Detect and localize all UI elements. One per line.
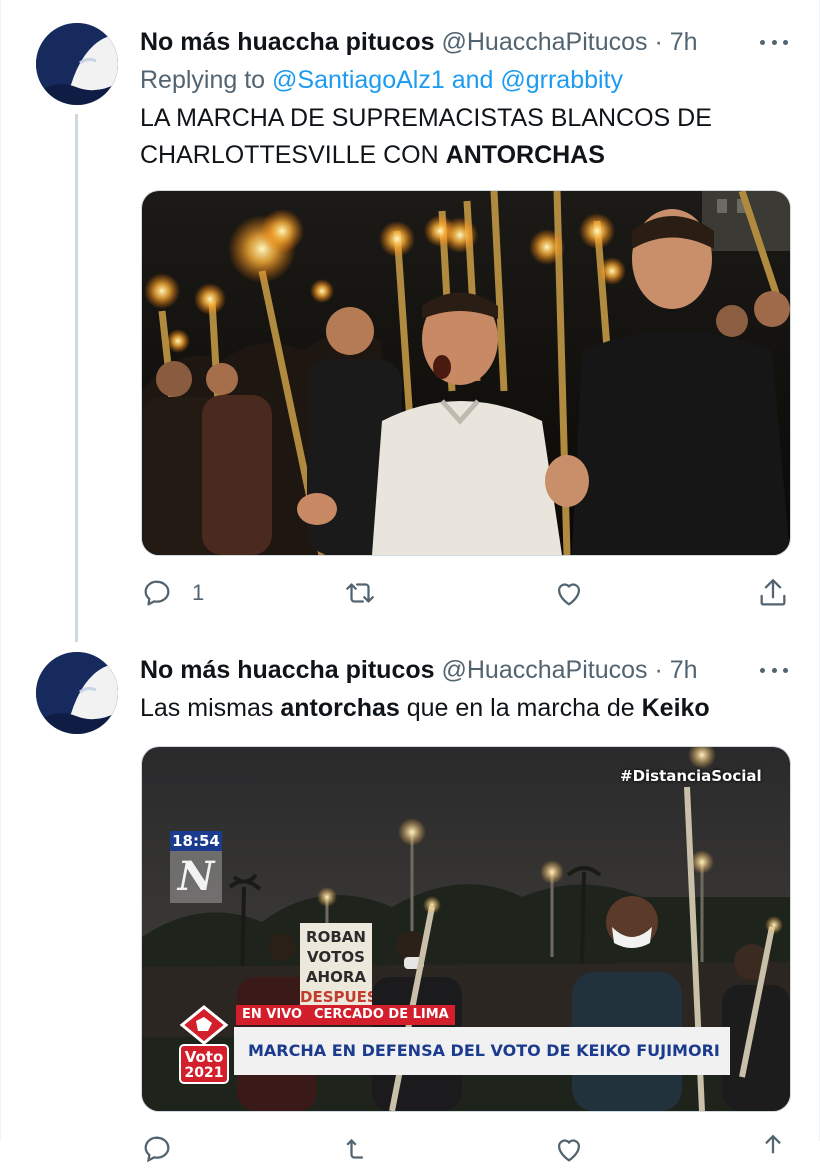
tweet-action-bar: 1 bbox=[140, 576, 790, 612]
reply-icon bbox=[144, 580, 170, 606]
retweet-button[interactable] bbox=[343, 576, 377, 610]
location-label-text: CERCADO DE LIMA bbox=[314, 1007, 449, 1022]
sign-line: ROBAN bbox=[306, 928, 366, 946]
share-icon bbox=[760, 579, 786, 606]
replying-to-line: Replying to @SantiagoAlz1 and @grrabbity bbox=[140, 65, 623, 95]
sign-line: AHORA bbox=[305, 968, 367, 986]
election-badge-label: Voto bbox=[184, 1048, 224, 1066]
share-button[interactable] bbox=[756, 576, 790, 610]
tweet-header: No más huaccha pitucos @HuacchaPitucos ·… bbox=[140, 655, 698, 685]
tweet-text-bold: antorchas bbox=[280, 694, 400, 722]
replying-prefix: Replying to bbox=[140, 66, 273, 94]
tweet-text: Las mismas antorchas que en la marcha de… bbox=[140, 690, 780, 727]
tweet-1[interactable]: No más huaccha pitucos @HuacchaPitucos ·… bbox=[0, 0, 820, 642]
tweet-text-plain: Las mismas bbox=[140, 694, 281, 722]
protest-sign: ROBAN VOTOS AHORA DESPUES bbox=[300, 923, 372, 1013]
tweet-text-plain: CHARLOTTESVILLE CON bbox=[140, 141, 446, 169]
channel-logo-letter: N bbox=[177, 853, 215, 900]
user-handle[interactable]: @HuacchaPitucos bbox=[441, 656, 647, 684]
tweet-text-bold: ANTORCHAS bbox=[445, 141, 605, 169]
headline-text: MARCHA EN DEFENSA DEL VOTO DE KEIKO FUJI… bbox=[248, 1041, 720, 1060]
thread-connector-line bbox=[75, 114, 78, 642]
channel-logo: N bbox=[170, 851, 222, 903]
timestamp[interactable]: 7h bbox=[670, 656, 698, 684]
reply-button[interactable] bbox=[140, 1132, 174, 1166]
reply-count: 1 bbox=[192, 580, 205, 605]
clock-time: 18:54 bbox=[172, 832, 220, 850]
election-badge: Voto 2021 bbox=[178, 1005, 230, 1085]
location-label: CERCADO DE LIMA bbox=[308, 1005, 455, 1025]
tweet-text-bold: Keiko bbox=[641, 694, 710, 722]
display-name[interactable]: No más huaccha pitucos bbox=[140, 656, 435, 684]
avatar-image bbox=[36, 652, 118, 734]
sign-line: DESPUES bbox=[300, 988, 372, 1006]
separator-dot: · bbox=[647, 28, 670, 56]
reply-button[interactable]: 1 bbox=[140, 576, 204, 610]
replying-and[interactable]: and bbox=[445, 66, 501, 94]
tweet-text-line: LA MARCHA DE SUPREMACISTAS BLANCOS DE bbox=[140, 104, 712, 132]
tweet-2[interactable]: No más huaccha pitucos @HuacchaPitucos ·… bbox=[0, 640, 820, 1163]
retweet-icon bbox=[346, 583, 374, 603]
avatar[interactable] bbox=[36, 652, 118, 734]
tweet-photo[interactable] bbox=[141, 190, 791, 556]
timestamp[interactable]: 7h bbox=[670, 28, 698, 56]
tweet-text-plain: que en la marcha de bbox=[399, 694, 642, 722]
hashtag-overlay: #DistanciaSocial bbox=[620, 767, 762, 785]
display-name[interactable]: No más huaccha pitucos bbox=[140, 28, 435, 56]
tweet-video[interactable]: #DistanciaSocial 18:54 N ROBAN VOTOS AHO… bbox=[141, 746, 791, 1112]
mention-link[interactable]: @SantiagoAlz1 bbox=[272, 66, 445, 94]
like-icon bbox=[557, 583, 581, 606]
sign-line: VOTOS bbox=[307, 948, 365, 966]
headline-banner: MARCHA EN DEFENSA DEL VOTO DE KEIKO FUJI… bbox=[234, 1027, 730, 1075]
mention-link[interactable]: @grrabbity bbox=[500, 66, 623, 94]
more-icon[interactable] bbox=[760, 37, 788, 47]
avatar[interactable] bbox=[36, 23, 118, 105]
tweet-header: No más huaccha pitucos @HuacchaPitucos ·… bbox=[140, 27, 698, 57]
share-icon bbox=[765, 1134, 781, 1154]
like-button[interactable] bbox=[552, 1132, 586, 1166]
more-icon[interactable] bbox=[760, 665, 788, 675]
tweet-action-bar bbox=[140, 1132, 790, 1168]
user-handle[interactable]: @HuacchaPitucos bbox=[441, 28, 647, 56]
tweet-text-line: CHARLOTTESVILLE CON ANTORCHAS bbox=[140, 137, 780, 174]
like-icon bbox=[557, 1139, 581, 1162]
election-badge-year: 2021 bbox=[184, 1065, 224, 1081]
avatar-image bbox=[36, 23, 118, 105]
like-button[interactable] bbox=[552, 576, 586, 610]
tweet-text: LA MARCHA DE SUPREMACISTAS BLANCOS DE CH… bbox=[140, 100, 780, 174]
share-button[interactable] bbox=[756, 1132, 790, 1166]
retweet-button[interactable] bbox=[343, 1132, 377, 1166]
retweet-icon bbox=[346, 1138, 363, 1159]
separator-dot: · bbox=[647, 656, 670, 684]
clock-overlay: 18:54 bbox=[170, 831, 222, 851]
torch-march-photo bbox=[142, 191, 790, 555]
live-label: EN VIVO bbox=[236, 1005, 309, 1025]
live-label-text: EN VIVO bbox=[242, 1007, 303, 1022]
reply-icon bbox=[144, 1136, 170, 1163]
